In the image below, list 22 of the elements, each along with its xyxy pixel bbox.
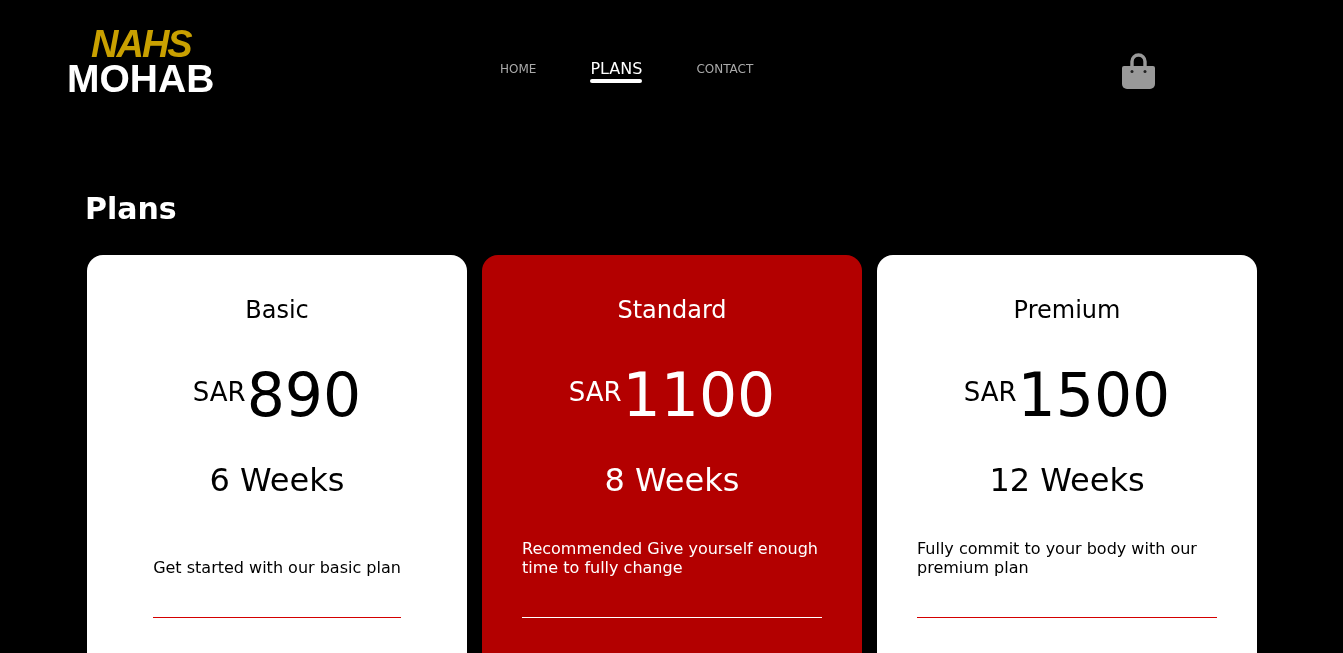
shopping-bag-icon[interactable] [1122,53,1155,89]
logo-accent-text: NAHS [91,26,191,62]
logo-text: MOHAB [67,62,215,95]
plan-duration: 8 Weeks [604,460,740,500]
nav-link[interactable]: HOME [500,59,537,79]
currency-label: SAR [963,377,1017,407]
price-amount: 1100 [622,360,776,430]
plan-description: Fully commit to your body with our premium plan [917,539,1198,577]
plan-name: Basic [245,295,309,325]
nav-link[interactable]: PLANS [590,59,643,83]
plan-duration: 6 Weeks [209,460,345,500]
plan-duration: 12 Weeks [989,460,1145,500]
plan-description: Get started with our basic plan [153,558,401,577]
plan-name: Premium [1013,295,1121,325]
currency-label: SAR [568,377,622,407]
price-amount: 1500 [1017,360,1171,430]
nav-link[interactable]: CONTACT [696,59,754,79]
section-heading: Plans [85,191,177,227]
currency-label: SAR [192,377,246,407]
price-amount: 890 [246,360,362,430]
plan-description: Recommended Give yourself enough time to fully change [522,539,819,577]
plan-name: Standard [617,295,727,325]
